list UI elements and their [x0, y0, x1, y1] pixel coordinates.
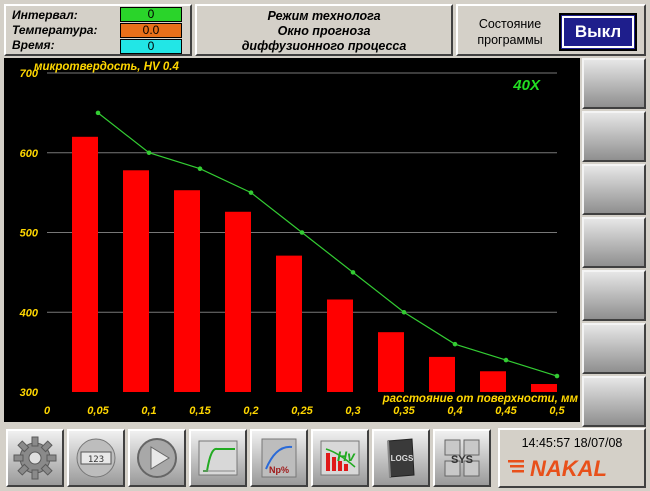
side-button-7[interactable]	[582, 376, 646, 427]
forecast-point	[554, 373, 560, 379]
clock-panel: 14:45:57 18/07/08 NAKAL	[498, 428, 646, 488]
hardness-icon: Hv	[320, 440, 360, 476]
interval-label: Интервал:	[12, 8, 78, 22]
brand-name: NAKAL	[530, 456, 607, 481]
bottom-toolbar: 123 Np% Hv LOGS SYS	[4, 426, 496, 488]
hardness-bar	[429, 356, 455, 392]
hardness-chart: 700 600 500 400 300 0 0,05 0,1 0,15 0,2 0,25 0,3 0,3…	[4, 58, 580, 422]
magnification-label: 40X	[512, 77, 541, 94]
hardness-bar	[378, 332, 404, 392]
counter-icon: 123	[76, 438, 116, 478]
time-label: Время:	[12, 38, 55, 52]
x-tick-label: 0,5	[549, 405, 565, 417]
nitriding-icon-text: Np%	[269, 465, 289, 475]
forecast-point	[146, 150, 152, 156]
y-axis-label: микротвердость, HV 0.4	[34, 61, 179, 73]
hardness-icon-text: Hv	[337, 448, 356, 464]
title-line-mode: Режим технолога	[267, 9, 381, 23]
time-value: 0	[120, 39, 182, 54]
counter-button[interactable]: 123	[67, 429, 125, 487]
forecast-point	[95, 110, 101, 116]
y-tick-label: 600	[20, 148, 39, 160]
program-state-label-line2: программы	[477, 33, 543, 47]
hardness-bar	[225, 211, 251, 392]
nitriding-icon: Np%	[261, 438, 297, 478]
temperature-value: 0.0	[120, 23, 182, 38]
x-tick-label: 0	[44, 405, 51, 417]
hardness-bar	[327, 299, 353, 392]
forecast-point	[350, 270, 356, 275]
clock-display: 14:45:57 18/07/08	[521, 436, 623, 450]
start-button[interactable]	[128, 429, 186, 487]
side-button-4[interactable]	[582, 217, 646, 268]
gear-icon	[13, 436, 57, 480]
title-line-window: Окно прогноза	[277, 24, 371, 38]
program-state-panel: Состояние программы Выкл	[456, 4, 646, 56]
x-tick-label: 0,25	[291, 405, 313, 417]
forecast-point	[299, 230, 305, 235]
system-icon-text: SYS	[451, 454, 473, 466]
title-line-process: диффузионного процесса	[241, 39, 407, 53]
side-button-3[interactable]	[582, 164, 646, 215]
logs-icon-text: LOGS	[391, 454, 414, 463]
hardness-bar	[531, 384, 557, 392]
forecast-point	[248, 190, 254, 195]
x-tick-label: 0,35	[393, 405, 415, 417]
system-icon: SYS	[444, 439, 480, 477]
y-tick-label: 500	[20, 228, 39, 240]
forecast-point	[401, 309, 407, 315]
play-icon	[137, 438, 177, 478]
hardness-button[interactable]: Hv	[311, 429, 369, 487]
y-tick-label: 300	[20, 387, 39, 399]
window-title-panel: Режим технолога Окно прогноза диффузионн…	[195, 4, 453, 56]
process-curve-button[interactable]	[189, 429, 247, 487]
side-button-5[interactable]	[582, 270, 646, 321]
program-off-button[interactable]: Выкл	[559, 13, 637, 51]
logs-button[interactable]: LOGS	[372, 429, 430, 487]
program-state-label: Состояние программы	[466, 16, 554, 48]
settings-button[interactable]	[6, 429, 64, 487]
temperature-label: Температура:	[12, 23, 98, 37]
interval-value: 0	[120, 7, 182, 22]
hardness-bar	[174, 190, 200, 392]
curve-icon	[198, 440, 238, 476]
hardness-bar	[480, 371, 506, 392]
program-state-label-line1: Состояние	[478, 17, 542, 31]
hardness-chart-svg: 7006005004003000 0,05 0,1 0,15 0,2 0,25 0,3 0,3…	[19, 61, 579, 417]
x-tick-label: 0,3	[345, 405, 360, 417]
logs-icon: LOGS	[387, 438, 415, 478]
y-tick-label: 400	[19, 307, 39, 319]
nakal-logo: NAKAL	[508, 456, 607, 481]
x-tick-label: 0,2	[243, 405, 258, 417]
x-axis-label: расстояние от поверхности, мм	[382, 393, 579, 405]
nitriding-button[interactable]: Np%	[250, 429, 308, 487]
side-button-6[interactable]	[582, 323, 646, 374]
forecast-point	[197, 166, 203, 171]
x-tick-label: 0,1	[141, 405, 156, 417]
process-status-panel: Интервал: Температура: Время: 0 0.0 0	[4, 4, 192, 56]
x-tick-label: 0,05	[87, 405, 109, 417]
x-tick-label: 0,15	[189, 405, 211, 417]
side-button-2[interactable]	[582, 111, 646, 162]
x-tick-label: 0,45	[495, 405, 517, 417]
side-button-1[interactable]	[582, 58, 646, 109]
forecast-point	[503, 357, 509, 363]
forecast-point	[452, 341, 458, 347]
hardness-bar	[276, 255, 302, 392]
hardness-bar	[123, 170, 149, 392]
hardness-bar	[72, 136, 98, 392]
x-tick-label: 0,4	[447, 405, 462, 417]
system-button[interactable]: SYS	[433, 429, 491, 487]
counter-icon-text: 123	[88, 455, 104, 465]
